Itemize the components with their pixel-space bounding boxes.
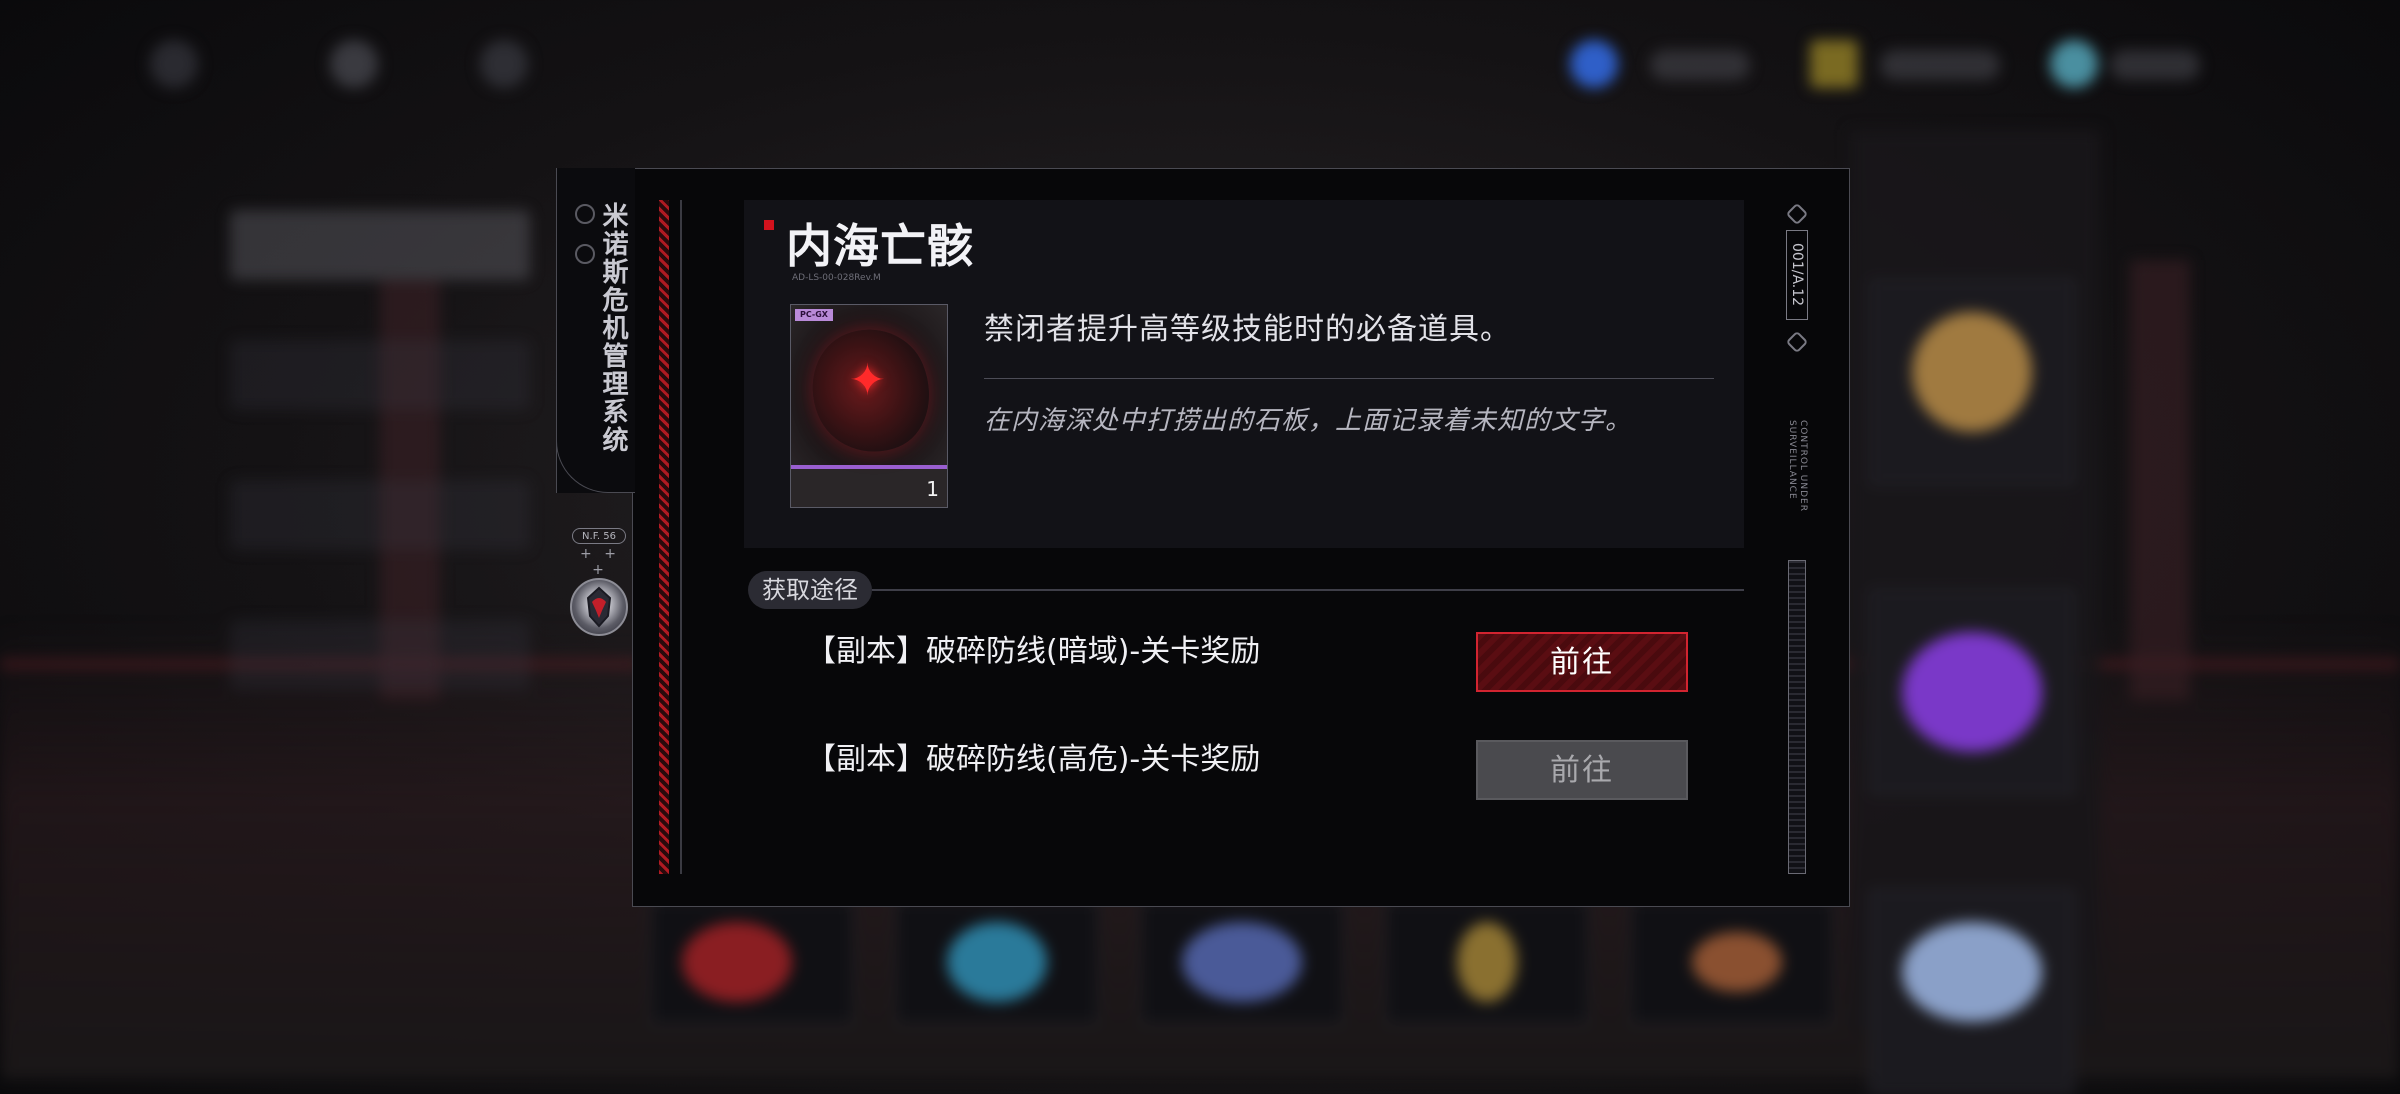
background-item-card	[1870, 280, 2074, 484]
hex-icon	[1785, 330, 1809, 354]
rune-glyph-icon: ✦	[849, 355, 886, 406]
system-name: 米诺斯危机管理系统	[598, 202, 628, 454]
background-item-tile	[1630, 900, 1834, 1024]
sources-label: 获取途径	[748, 571, 872, 609]
decorative-hazard-stripe	[659, 200, 669, 874]
background-tab	[230, 210, 530, 280]
item-count: 1	[926, 477, 939, 501]
background-item-tile	[895, 900, 1099, 1024]
background-tab	[230, 620, 530, 690]
title-marker	[764, 220, 774, 230]
hex-icon	[1785, 202, 1809, 226]
back-icon	[150, 40, 198, 88]
item-card: ✦ PC-GX 1	[790, 304, 948, 508]
right-decorative-rail: 001/A.12 CONTROL UNDER SURVEILLANCE	[1785, 200, 1809, 874]
background-pillar	[2130, 260, 2190, 700]
background-tab	[230, 480, 530, 550]
system-sub-tag: N.F. 56	[572, 528, 626, 544]
item-type-tag: PC-GX	[795, 309, 833, 321]
rail-scroll-gauge	[1788, 560, 1806, 874]
item-art: ✦	[791, 305, 947, 471]
item-rarity-bar	[791, 465, 947, 469]
background-item-card	[1870, 590, 2074, 794]
background-item-tile	[650, 900, 854, 1024]
item-info-panel: 内海亡骸 AD-LS-00-028Rev.M ✦ PC-GX 1 禁闭者提升高等…	[744, 200, 1744, 548]
rail-code: 001/A.12	[1786, 230, 1808, 320]
source-route-row: 【副本】破碎防线(高危)-关卡奖励 前往	[806, 740, 1746, 820]
rail-status-text: CONTROL UNDER SURVEILLANCE	[1787, 420, 1808, 513]
description-divider	[984, 378, 1714, 379]
source-route-text: 【副本】破碎防线(高危)-关卡奖励	[806, 742, 1261, 777]
item-code: AD-LS-00-028Rev.M	[792, 273, 881, 283]
system-crosses: + + +	[580, 546, 620, 578]
item-description: 禁闭者提升高等级技能时的必备道具。	[984, 312, 1511, 347]
currency-blue-icon	[1570, 40, 1618, 88]
background-item-card	[1870, 890, 2074, 1094]
go-button[interactable]: 前往	[1476, 632, 1688, 692]
currency-pill	[1880, 50, 2000, 80]
decorative-rail-line	[680, 200, 682, 874]
background-item-tile	[1140, 900, 1344, 1024]
background-top-nav	[0, 0, 2400, 120]
sources-divider	[872, 589, 1744, 591]
currency-pill	[2110, 50, 2200, 80]
item-title: 内海亡骸	[786, 219, 974, 273]
item-flavor-text: 在内海深处中打捞出的石板，上面记录着未知的文字。	[984, 406, 1633, 436]
background-inventory-column	[1850, 130, 2100, 1094]
currency-pill	[1650, 50, 1750, 80]
source-route-text: 【副本】破碎防线(暗域)-关卡奖励	[806, 634, 1261, 669]
home-icon	[330, 40, 378, 88]
background-tab	[230, 340, 530, 410]
system-emblem-icon	[570, 578, 628, 636]
currency-triangle-icon	[2050, 40, 2098, 88]
currency-gold-icon	[1810, 40, 1858, 88]
go-button-disabled[interactable]: 前往	[1476, 740, 1688, 800]
warning-icon	[480, 40, 528, 88]
background-item-tile	[1385, 900, 1589, 1024]
item-detail-dialog: 米诺斯危机管理系统 N.F. 56 + + + 内海亡骸 AD-LS-00-02…	[556, 168, 1850, 907]
source-route-row: 【副本】破碎防线(暗域)-关卡奖励 前往	[806, 632, 1746, 712]
